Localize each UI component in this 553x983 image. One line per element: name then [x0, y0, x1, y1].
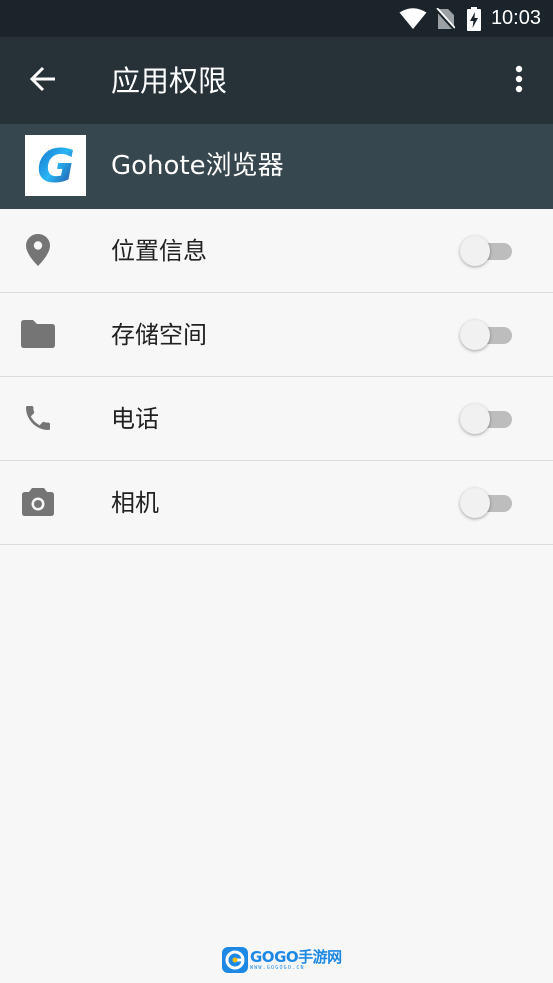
- toggle-thumb: [460, 320, 490, 350]
- toggle-thumb: [460, 488, 490, 518]
- status-time: 10:03: [490, 7, 541, 29]
- page-title: 应用权限: [111, 64, 228, 98]
- location-pin-icon: [18, 230, 58, 270]
- status-icons: 10:03: [399, 0, 541, 37]
- toggle-thumb: [460, 236, 490, 266]
- back-button[interactable]: [20, 58, 66, 104]
- wifi-icon: [399, 7, 427, 30]
- location-toggle[interactable]: [460, 235, 514, 267]
- app-name: Gohote浏览器: [111, 151, 284, 181]
- permission-label: 相机: [111, 489, 159, 517]
- folder-icon: [18, 314, 58, 354]
- toggle-thumb: [460, 404, 490, 434]
- battery-charging-icon: [466, 6, 481, 31]
- phone-toggle[interactable]: [460, 403, 514, 435]
- status-bar: 10:03: [0, 0, 553, 37]
- camera-toggle[interactable]: [460, 487, 514, 519]
- app-bar: 应用权限: [0, 37, 553, 124]
- watermark-brand: GOGO手游网: [250, 947, 342, 966]
- more-options-button[interactable]: [499, 58, 539, 104]
- permission-list: 位置信息 存储空间 电话 相机: [0, 209, 553, 545]
- permission-label: 存储空间: [111, 321, 207, 349]
- permission-label: 位置信息: [111, 237, 207, 265]
- app-icon: G: [25, 135, 86, 196]
- gohote-logo: G: [37, 141, 75, 191]
- storage-toggle[interactable]: [460, 319, 514, 351]
- camera-icon: [18, 482, 58, 522]
- more-vert-icon: [515, 65, 523, 97]
- gogo-logo-icon: [222, 947, 248, 973]
- permission-row-camera[interactable]: 相机: [0, 461, 553, 545]
- permission-label: 电话: [111, 405, 159, 433]
- watermark-text: GOGO手游网 WWW.GOGOGO.CN: [250, 947, 342, 971]
- phone-icon: [18, 398, 58, 438]
- no-sim-icon: [434, 7, 455, 30]
- arrow-back-icon: [29, 66, 56, 96]
- gohote-logo-letter: G: [37, 141, 75, 191]
- app-header: G Gohote浏览器: [0, 124, 553, 209]
- watermark: GOGO手游网 WWW.GOGOGO.CN: [222, 946, 342, 974]
- permission-row-phone[interactable]: 电话: [0, 377, 553, 461]
- watermark-url: WWW.GOGOGO.CN: [250, 964, 305, 971]
- permission-row-location[interactable]: 位置信息: [0, 209, 553, 293]
- permission-row-storage[interactable]: 存储空间: [0, 293, 553, 377]
